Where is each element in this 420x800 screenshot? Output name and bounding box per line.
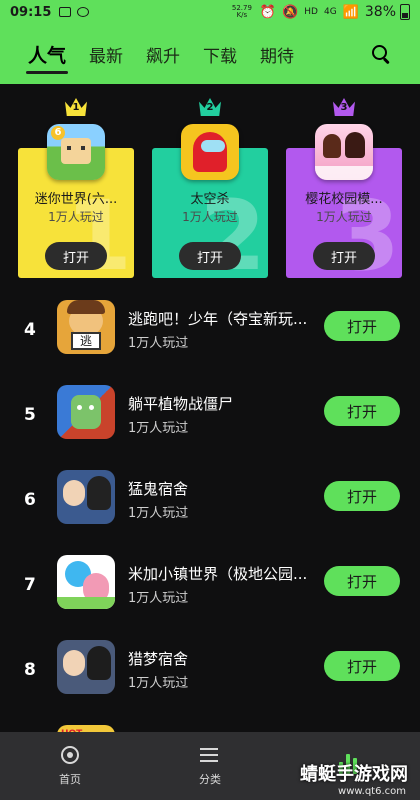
status-time: 09:15 (10, 4, 52, 20)
tab-popular[interactable]: 人气 (25, 41, 69, 74)
open-button[interactable]: 打开 (324, 566, 400, 596)
podium-game-name: 樱花校园模... (305, 192, 383, 207)
hd-label: HD (304, 7, 318, 17)
players-count: 1万人玩过 (128, 336, 189, 351)
mute-icon: 🔕 (282, 4, 299, 20)
tab-rising[interactable]: 飙升 (146, 42, 180, 67)
status-bar: 09:15 52.79 K/s ⏰ 🔕 HD 4G 📶 38% (0, 0, 420, 24)
watermark-url: www.qt6.com (338, 786, 406, 797)
game-icon-dream-hunter-dorm (57, 640, 115, 694)
home-icon (60, 745, 80, 765)
open-button[interactable]: 打开 (45, 242, 107, 270)
game-title: 猛鬼宿舍 (128, 480, 189, 498)
game-icon-space-kill (181, 124, 239, 180)
battery-percent: 38% (364, 4, 396, 20)
category-icon (200, 745, 220, 765)
game-title: 猎梦宿舍 (128, 650, 189, 668)
nav-category[interactable]: 分类 (170, 745, 250, 787)
crown-icon: 2 (199, 98, 221, 116)
tab-download[interactable]: 下载 (203, 42, 237, 67)
players-count: 1万人玩过 (128, 676, 189, 691)
list-item[interactable]: 7 米加小镇世界（极地公园... 1万人玩过 打开 (0, 555, 420, 640)
game-title: 躺平植物战僵尸 (128, 395, 234, 413)
players-count: 1万人玩过 (128, 506, 189, 521)
rank-number: 5 (24, 405, 36, 425)
top-tab-bar: 人气 最新 飙升 下载 期待 (0, 24, 420, 84)
podium-players: 1万人玩过 (48, 210, 104, 224)
open-button[interactable]: 打开 (324, 311, 400, 341)
game-icon-plants-zombies (57, 385, 115, 439)
list-item[interactable]: 6 猛鬼宿舍 1万人玩过 打开 (0, 470, 420, 555)
battery-icon (400, 4, 410, 20)
search-icon[interactable] (370, 43, 392, 65)
game-icon-ghost-dorm (57, 470, 115, 524)
game-icon-mini-world: 6 (47, 124, 105, 180)
open-button[interactable]: 打开 (324, 481, 400, 511)
watermark-text: 蜻蜓手游戏网 (300, 764, 408, 785)
open-button[interactable]: 打开 (324, 651, 400, 681)
network-speed: 52.79 K/s (231, 4, 252, 19)
tab-latest[interactable]: 最新 (89, 42, 123, 67)
game-title: 米加小镇世界（极地公园... (128, 565, 308, 583)
game-title: 逃跑吧！少年（夺宝新玩... (128, 310, 308, 328)
ranking-tabs: 人气 最新 飙升 下载 期待 (25, 41, 294, 74)
network-type: 4G (323, 7, 337, 17)
tab-expected[interactable]: 期待 (260, 42, 294, 67)
list-item[interactable]: 4 逃 逃跑吧！少年（夺宝新玩... 1万人玩过 打开 (0, 300, 420, 385)
rank-number: 7 (24, 575, 36, 595)
list-item[interactable]: 5 躺平植物战僵尸 1万人玩过 打开 (0, 385, 420, 470)
nav-category-label: 分类 (199, 773, 221, 786)
players-count: 1万人玩过 (128, 591, 189, 606)
crown-icon: 3 (333, 98, 355, 116)
rank-number: 8 (24, 660, 36, 680)
open-button[interactable]: 打开 (179, 242, 241, 270)
open-button[interactable]: 打开 (313, 242, 375, 270)
podium-players: 1万人玩过 (182, 210, 238, 224)
game-icon-run-boy: 逃 (57, 300, 115, 354)
signal-icon: 📶 (342, 4, 359, 20)
app-notification-icon (77, 7, 90, 17)
ranking-list: 4 逃 逃跑吧！少年（夺宝新玩... 1万人玩过 打开 5 躺平植物战僵尸 1万… (0, 300, 420, 755)
game-icon-miga-town (57, 555, 115, 609)
list-item[interactable]: 8 猎梦宿舍 1万人玩过 打开 (0, 640, 420, 725)
open-button[interactable]: 打开 (324, 396, 400, 426)
game-icon-sakura-school (315, 124, 373, 180)
podium-game-name: 太空杀 (190, 192, 230, 207)
crown-icon: 1 (65, 98, 87, 116)
players-count: 1万人玩过 (128, 421, 189, 436)
top-three-podium: 1 1 6 迷你世界(六... 1万人玩过 打开 2 2 太空杀 1万人玩过 打… (0, 84, 420, 284)
alarm-icon: ⏰ (259, 4, 277, 20)
podium-game-name: 迷你世界(六... (34, 192, 118, 207)
nav-home-label: 首页 (59, 773, 81, 786)
rank-number: 6 (24, 490, 36, 510)
nav-home[interactable]: 首页 (30, 745, 110, 787)
gallery-icon (59, 7, 72, 17)
podium-players: 1万人玩过 (316, 210, 372, 224)
rank-number: 4 (24, 320, 36, 340)
